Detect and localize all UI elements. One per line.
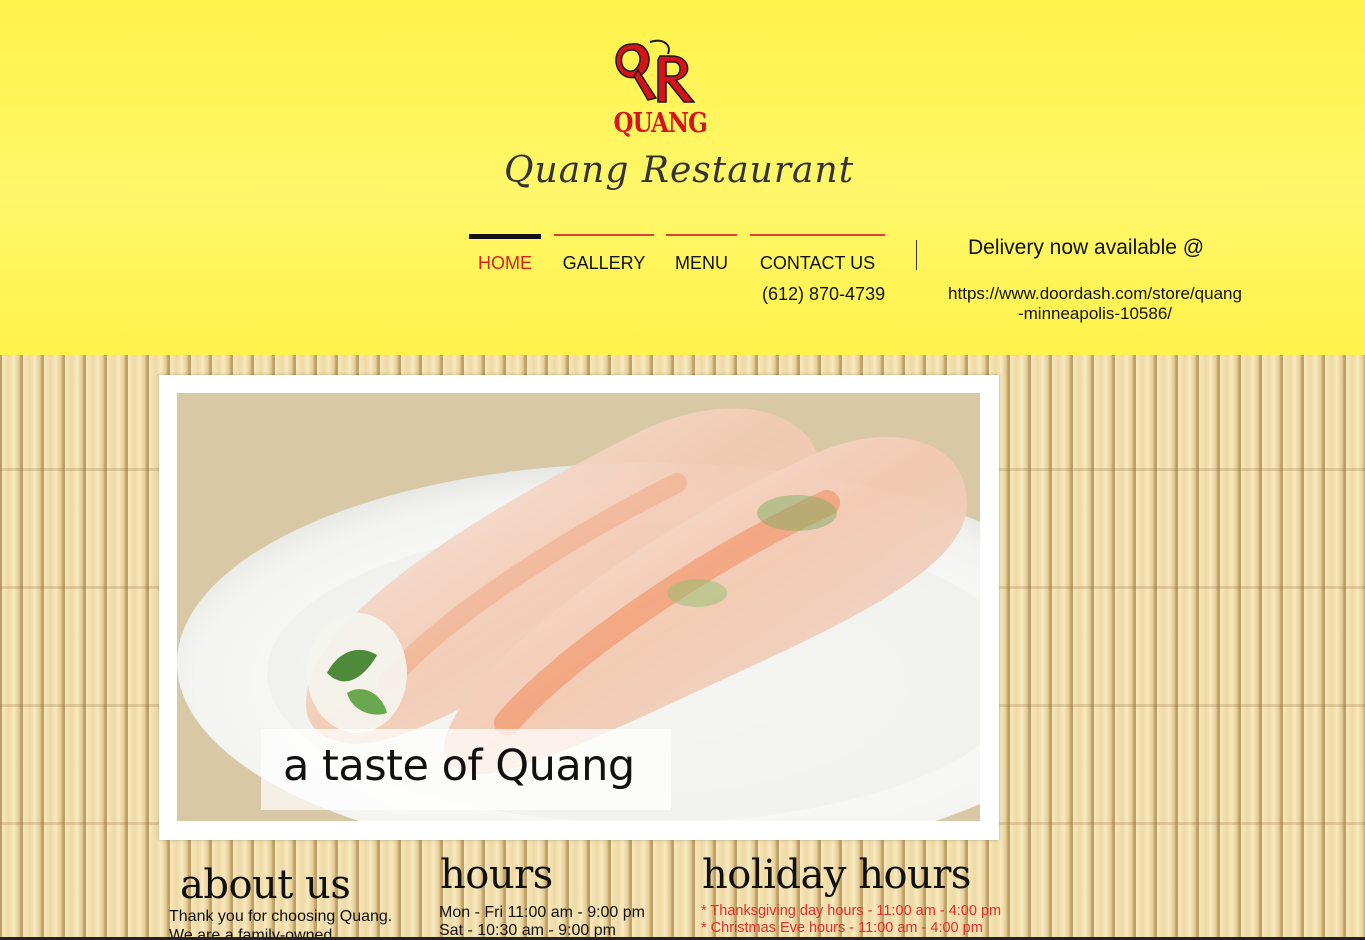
about-us-text-line1: Thank you for choosing Quang. <box>169 908 393 925</box>
logo-wordmark: QUANG <box>613 108 708 139</box>
hero-caption-box: a taste of Quang <box>261 729 671 810</box>
quang-logo[interactable]: QUANG <box>606 36 708 142</box>
site-header: QUANG Quang Restaurant HOME GALLERY MENU… <box>0 0 1365 355</box>
nav-divider <box>666 234 737 236</box>
nav-active-indicator <box>469 234 541 239</box>
holiday-hours-heading: holiday hours <box>702 852 971 898</box>
nav-home-label: HOME <box>478 253 532 273</box>
qr-monogram-icon <box>615 39 696 103</box>
nav-menu[interactable]: MENU <box>666 234 737 274</box>
hero-caption: a taste of Quang <box>283 741 635 791</box>
spring-rolls-photo: a taste of Quang <box>177 393 980 821</box>
delivery-heading: Delivery now available @ <box>968 236 1205 259</box>
doordash-link-line2: -minneapolis-10586/ <box>1017 304 1173 323</box>
about-us-heading: about us <box>180 862 351 908</box>
nav-gallery-label: GALLERY <box>562 253 646 273</box>
phone-number[interactable]: (612) 870-4739 <box>762 284 885 305</box>
doordash-link-line1: https://www.doordash.com/store/quang <box>948 284 1242 303</box>
site-title: Quang Restaurant <box>504 150 855 191</box>
header-divider <box>916 240 917 270</box>
nav-home[interactable]: HOME <box>469 234 541 274</box>
nav-contact-label: CONTACT US <box>759 253 876 273</box>
nav-gallery[interactable]: GALLERY <box>554 234 654 274</box>
nav-menu-label: MENU <box>675 253 728 273</box>
hours-heading: hours <box>440 852 553 898</box>
doordash-link[interactable]: https://www.doordash.com/store/quang -mi… <box>930 284 1260 324</box>
nav-divider <box>750 234 885 236</box>
holiday-thanksgiving: * Thanksgiving day hours - 11:00 am - 4:… <box>701 903 1002 919</box>
hero-slideshow[interactable]: a taste of Quang <box>159 375 999 840</box>
nav-divider <box>554 234 654 236</box>
nav-contact-us[interactable]: CONTACT US <box>750 234 885 274</box>
hours-weekday: Mon - Fri 11:00 am - 9:00 pm <box>439 904 645 921</box>
holiday-christmas-eve: * Christmas Eve hours - 11:00 am - 4:00 … <box>701 920 983 936</box>
